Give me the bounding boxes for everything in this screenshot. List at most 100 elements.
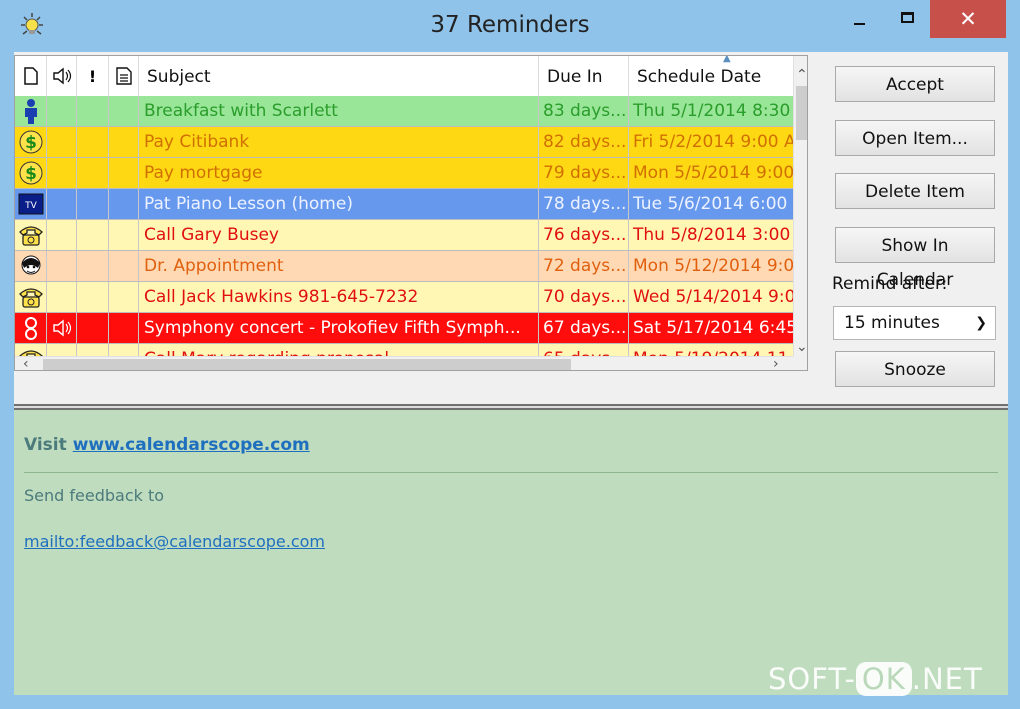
- column-header-subject[interactable]: Subject: [139, 56, 539, 96]
- sort-ascending-icon: ▲: [723, 55, 731, 64]
- show-in-calendar-button[interactable]: Show In Calendar: [835, 227, 995, 290]
- priority-cell: [77, 96, 109, 126]
- schedule-date-cell: Mon 5/12/2014 9:0: [633, 256, 793, 276]
- tv-icon: TV: [15, 189, 47, 219]
- column-header-sound[interactable]: [47, 56, 77, 96]
- schedule-date-cell: Sat 5/17/2014 6:45: [633, 318, 793, 338]
- note-cell: [109, 96, 139, 126]
- scroll-down-icon[interactable]: ⌄: [796, 340, 807, 354]
- visit-line: Visit www.calendarscope.com: [24, 435, 310, 455]
- website-link[interactable]: www.calendarscope.com: [73, 435, 310, 455]
- due-in-cell: 79 days...: [539, 158, 629, 188]
- svg-text:$: $: [25, 133, 37, 153]
- table-row[interactable]: Breakfast with Scarlett 83 days... Thu 5/1…: [15, 96, 793, 127]
- remind-after-value: 15 minutes: [844, 313, 940, 333]
- scroll-right-icon[interactable]: ›: [773, 357, 779, 370]
- schedule-date-cell: Wed 5/14/2014 9:0: [633, 287, 793, 307]
- table-row[interactable]: Dr. Appointment 72 days... Mon 5/12/2014 9…: [15, 251, 793, 282]
- subject-cell: Pay mortgage: [139, 158, 539, 188]
- priority-cell: [77, 189, 109, 219]
- table-row[interactable]: Symphony concert - Prokofiev Fifth Symph…: [15, 313, 793, 344]
- speaker-icon: [52, 67, 71, 85]
- delete-item-button[interactable]: Delete Item: [835, 173, 995, 209]
- watermark: SOFT- OK .NET: [768, 662, 983, 696]
- note-cell: [109, 158, 139, 188]
- sound-cell: [47, 251, 77, 281]
- column-header-note[interactable]: [109, 56, 139, 96]
- due-in-cell: 72 days...: [539, 251, 629, 281]
- due-in-cell: 67 days...: [539, 313, 629, 343]
- close-button[interactable]: ✕: [930, 0, 1006, 38]
- open-item-button[interactable]: Open Item...: [835, 120, 995, 156]
- watermark-left: SOFT-: [768, 662, 856, 696]
- table-row[interactable]: TV Pat Piano Lesson (home) 78 days... Tue 5…: [15, 189, 793, 220]
- note-cell: [109, 282, 139, 312]
- document-icon: [23, 67, 38, 85]
- svg-text:TV: TV: [24, 201, 37, 211]
- doctor-icon: [15, 251, 47, 281]
- minimize-icon: [854, 23, 865, 25]
- subject-cell: Pat Piano Lesson (home): [139, 189, 539, 219]
- window-client: ! Subject Due In Schedule Date ▲ Breakfa…: [14, 52, 1008, 695]
- phone-icon: [15, 220, 47, 250]
- due-in-cell: 70 days...: [539, 282, 629, 312]
- grid-header: ! Subject Due In Schedule Date ▲: [15, 56, 793, 97]
- table-row[interactable]: $ Pay Citibank 82 days... Fri 5/2/2014 9:00…: [15, 127, 793, 158]
- column-header-schedule-date[interactable]: Schedule Date ▲: [629, 56, 793, 96]
- due-in-cell: 82 days...: [539, 127, 629, 157]
- subject-cell: Symphony concert - Prokofiev Fifth Symph…: [139, 313, 539, 343]
- remind-after-select[interactable]: 15 minutes ❯: [833, 306, 996, 340]
- schedule-date-cell: Thu 5/1/2014 8:30: [633, 101, 791, 121]
- sound-cell: [47, 220, 77, 250]
- remind-after-label: Remind after:: [832, 274, 948, 294]
- vertical-scroll-thumb[interactable]: [796, 86, 807, 140]
- close-icon: ✕: [959, 7, 977, 31]
- scroll-up-icon[interactable]: ⌃: [796, 68, 807, 82]
- horizontal-scroll-thumb[interactable]: [43, 359, 571, 370]
- table-row[interactable]: Call Jack Hawkins 981-645-7232 70 days...…: [15, 282, 793, 313]
- column-header-type[interactable]: [15, 56, 47, 96]
- person-icon: [15, 96, 47, 126]
- watermark-ok: OK: [855, 662, 912, 696]
- note-cell: [109, 220, 139, 250]
- table-row[interactable]: Call Gary Busey 76 days... Thu 5/8/2014 3:…: [15, 220, 793, 251]
- subject-cell: Breakfast with Scarlett: [139, 96, 539, 126]
- column-header-due-in[interactable]: Due In: [539, 56, 629, 96]
- sound-cell: [47, 189, 77, 219]
- horizontal-scrollbar[interactable]: ‹ ›: [15, 356, 793, 370]
- speaker-icon: [47, 313, 77, 343]
- subject-cell: Dr. Appointment: [139, 251, 539, 281]
- preview-divider: [24, 472, 998, 473]
- priority-cell: [77, 313, 109, 343]
- sound-cell: [47, 96, 77, 126]
- table-row[interactable]: $ Pay mortgage 79 days... Mon 5/5/2014 9:00: [15, 158, 793, 189]
- sound-cell: [47, 158, 77, 188]
- visit-label: Visit: [24, 435, 67, 455]
- svg-text:$: $: [25, 164, 37, 184]
- maximize-icon: [901, 12, 914, 23]
- priority-cell: [77, 158, 109, 188]
- priority-cell: [77, 127, 109, 157]
- due-in-cell: 76 days...: [539, 220, 629, 250]
- snooze-button[interactable]: Snooze: [835, 351, 995, 387]
- note-cell: [109, 189, 139, 219]
- schedule-date-cell: Tue 5/6/2014 6:00: [633, 194, 788, 214]
- priority-cell: [77, 220, 109, 250]
- note-cell: [109, 313, 139, 343]
- priority-cell: [77, 282, 109, 312]
- schedule-date-cell: Fri 5/2/2014 9:00 A: [633, 132, 793, 152]
- feedback-email-link[interactable]: mailto:feedback@calendarscope.com: [24, 532, 325, 551]
- music-icon: [15, 313, 47, 343]
- vertical-scrollbar[interactable]: ⌃ ⌄: [793, 56, 807, 356]
- scroll-left-icon[interactable]: ‹: [23, 357, 29, 370]
- feedback-text: Send feedback to: [24, 486, 165, 505]
- due-in-cell: 83 days...: [539, 96, 629, 126]
- accept-button[interactable]: Accept: [835, 66, 995, 102]
- note-cell: [109, 127, 139, 157]
- column-header-priority[interactable]: !: [77, 56, 109, 96]
- schedule-date-label: Schedule Date: [637, 67, 762, 87]
- dollar-icon: $: [15, 127, 47, 157]
- sound-cell: [47, 282, 77, 312]
- maximize-button[interactable]: [890, 0, 926, 38]
- minimize-button[interactable]: [842, 0, 878, 38]
